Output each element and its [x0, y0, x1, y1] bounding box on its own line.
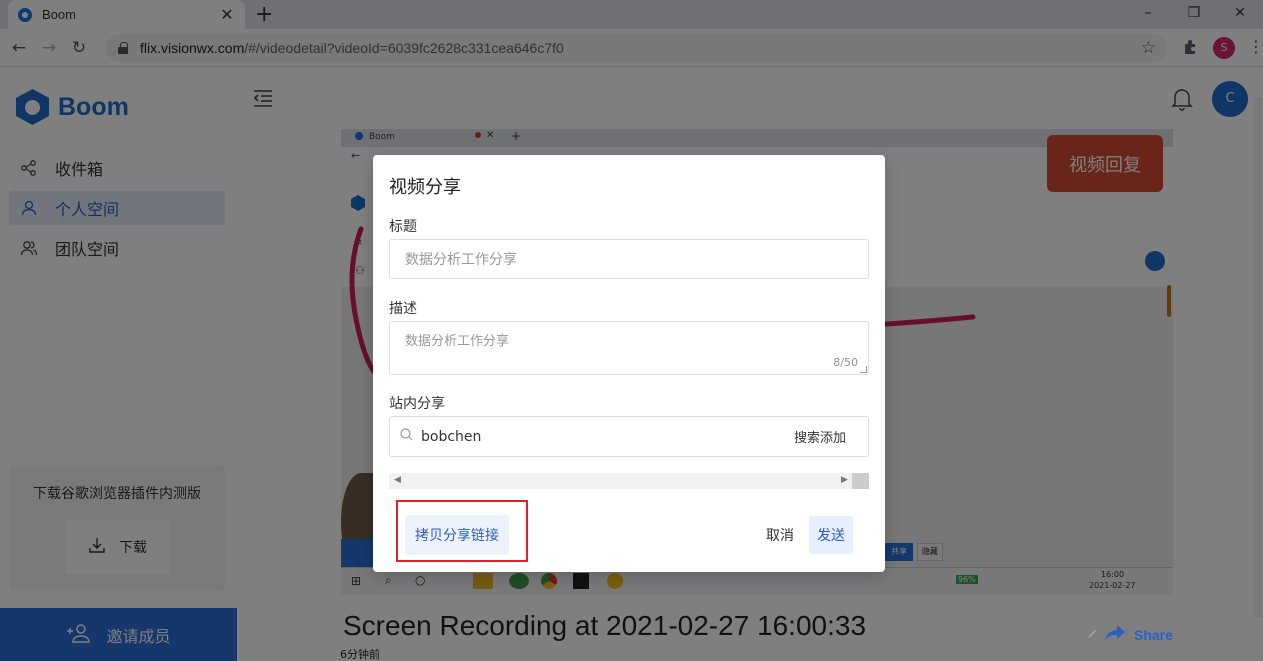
member-search-input[interactable]: bobchen 搜索添加	[389, 416, 869, 457]
video-time-ago: 6分钟前	[340, 648, 380, 661]
dialog-title: 视频分享	[389, 177, 461, 198]
share-arrow-icon	[1104, 624, 1126, 645]
search-value: bobchen	[421, 428, 482, 445]
search-add-button[interactable]: 搜索添加	[794, 427, 846, 446]
share-link[interactable]: Share	[1086, 624, 1173, 645]
send-button[interactable]: 发送	[809, 516, 853, 554]
cancel-button[interactable]: 取消	[755, 516, 805, 554]
description-field-label: 描述	[389, 301, 417, 317]
horizontal-scrollbar[interactable]: ◀ ▶	[389, 473, 869, 489]
scroll-right-icon[interactable]: ▶	[841, 475, 848, 485]
share-label: Share	[1134, 626, 1173, 643]
resize-grip-icon[interactable]	[860, 366, 867, 373]
title-input-placeholder: 数据分析工作分享	[405, 252, 517, 268]
scroll-thumb[interactable]	[852, 473, 869, 489]
description-textarea[interactable]: 数据分析工作分享 8/50	[389, 321, 869, 375]
scroll-left-icon[interactable]: ◀	[394, 475, 401, 485]
share-dialog: 视频分享 标题 数据分析工作分享 描述 数据分析工作分享 8/50 站内分享 b…	[373, 155, 885, 572]
description-placeholder: 数据分析工作分享	[405, 334, 510, 349]
character-counter: 8/50	[833, 356, 858, 369]
title-input[interactable]: 数据分析工作分享	[389, 239, 869, 279]
pen-icon	[1086, 626, 1100, 643]
search-icon	[400, 428, 413, 445]
title-field-label: 标题	[389, 219, 417, 235]
site-share-label: 站内分享	[389, 396, 445, 412]
video-title: Screen Recording at 2021-02-27 16:00:33	[343, 610, 867, 641]
copy-share-link-button[interactable]: 拷贝分享链接	[405, 515, 509, 555]
